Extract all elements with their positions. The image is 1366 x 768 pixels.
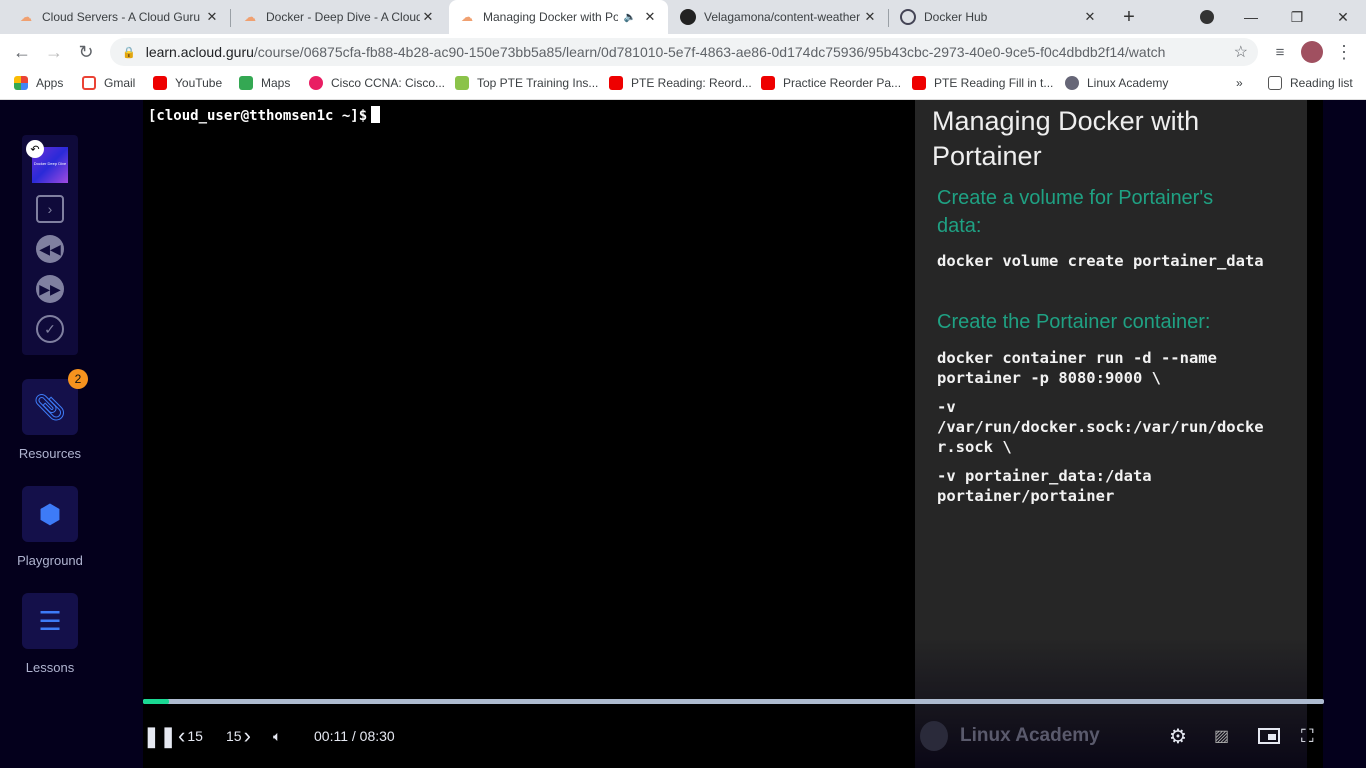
tab-github[interactable]: Velagamona/content-weather ✕ [670, 0, 888, 34]
tab-docker-deep-dive[interactable]: ☁Docker - Deep Dive - A Cloud Guru✕ [232, 0, 446, 34]
playground-label: Playground [17, 553, 83, 568]
apps-grid-icon [14, 76, 28, 90]
youtube-icon [609, 76, 623, 90]
star-icon[interactable]: ☆ [1234, 42, 1248, 62]
tab-search-icon[interactable] [1184, 0, 1230, 34]
bookmark-practice-reorder[interactable]: Practice Reorder Pa... [761, 76, 901, 90]
bookmarks-bar: Apps Gmail YouTube Maps Cisco CCNA: Cisc… [0, 70, 1366, 100]
media-control-icon[interactable]: ≡ [1268, 40, 1292, 64]
profile-avatar[interactable] [1300, 40, 1324, 64]
forward-icon[interactable]: → [42, 40, 66, 64]
resources-button[interactable]: 📎︎ [22, 379, 78, 435]
restore-button[interactable]: ❐ [1274, 0, 1320, 34]
bookmark-gmail[interactable]: Gmail [82, 76, 135, 90]
slide-panel: Managing Docker with Portainer Create a … [915, 100, 1307, 768]
cisco-icon [309, 76, 323, 90]
acg-cloud-icon: ☁ [20, 10, 32, 24]
video-player[interactable]: [cloud_user@tthomsen1c ~]$ Managing Dock… [143, 100, 1323, 768]
progress-fill [143, 699, 169, 704]
slide-code-data: -v portainer_data:/data portainer/portai… [937, 467, 1152, 505]
github-icon [680, 9, 696, 25]
slide-code-run: docker container run -d --name portainer… [937, 349, 1217, 387]
chevron-right-icon: › [243, 723, 251, 748]
settings-gear-icon[interactable]: ⚙ [1169, 724, 1187, 748]
slide-title: Managing Docker with Portainer [932, 106, 1200, 171]
lessons-label: Lessons [25, 660, 75, 675]
previous-lesson-icon[interactable]: ◀◀ [36, 235, 64, 263]
url-input[interactable]: 🔒 learn.acloud.guru/course/06875cfa-fb88… [110, 38, 1258, 66]
next-lesson-icon[interactable]: ▶▶ [36, 275, 64, 303]
pause-button[interactable]: ❚❚ [143, 724, 177, 748]
tab-cloud-servers[interactable]: ☁ Cloud Servers - A Cloud Guru ✕ [8, 0, 230, 34]
bookmark-apps[interactable]: Apps [14, 76, 63, 90]
close-tab-icon[interactable]: ✕ [1082, 9, 1098, 25]
forward-15-button[interactable]: 15 › [226, 723, 251, 748]
bookmark-linux-academy[interactable]: Linux Academy [1065, 76, 1168, 90]
captions-off-icon[interactable]: ▨ [1214, 724, 1229, 748]
slide-code-socket: -v /var/run/docker.sock:/var/run/docke r… [937, 398, 1264, 456]
cube-icon: ⬢ [38, 498, 62, 529]
youtube-icon [761, 76, 775, 90]
bookmark-pte-reorder[interactable]: PTE Reading: Reord... [609, 76, 752, 90]
new-tab-button[interactable]: + [1106, 0, 1152, 34]
tab-strip: ☁ Cloud Servers - A Cloud Guru ✕ ☁ Docker -… [0, 0, 1366, 34]
toggle-panel-icon[interactable]: › [36, 195, 64, 223]
youtube-icon [912, 76, 926, 90]
paperclip-icon: 📎︎ [33, 391, 67, 422]
picture-in-picture-icon[interactable] [1258, 724, 1280, 748]
docker-icon [900, 9, 916, 25]
list-icon: ☰ [38, 605, 62, 636]
youtube-icon [153, 76, 167, 90]
video-progress-bar[interactable] [143, 699, 1324, 704]
lock-icon: 🔒 [122, 46, 136, 59]
slide-code-volume: docker volume create portainer_data [937, 252, 1264, 270]
slide-heading-container: Create the Portainer container: [937, 311, 1211, 333]
bookmark-top-pte[interactable]: Top PTE Training Ins... [455, 76, 598, 90]
bookmark-cisco[interactable]: Cisco CCNA: Cisco... [309, 76, 445, 90]
bookmark-maps[interactable]: Maps [239, 76, 290, 90]
acg-cloud-icon: ☁ [244, 10, 256, 24]
time-display: 00:11 / 08:30 [314, 728, 395, 744]
minimize-button[interactable]: — [1228, 0, 1274, 34]
speaker-icon[interactable]: 🔈 [624, 12, 636, 23]
close-window-button[interactable]: ✕ [1320, 0, 1366, 34]
close-tab-icon[interactable]: ✕ [642, 9, 658, 25]
reading-list-icon [1268, 76, 1282, 90]
mark-complete-icon[interactable]: ✓ [36, 315, 64, 343]
close-tab-icon[interactable]: ✕ [420, 9, 436, 25]
linux-academy-watermark: Linux Academy [920, 721, 1100, 751]
lesson-controls-panel: Docker Deep Dive ↶ › ◀◀ ▶▶ ✓ [22, 135, 78, 355]
owl-icon [1065, 76, 1079, 90]
rewind-15-button[interactable]: ‹ 15 [178, 723, 203, 748]
gmail-icon [82, 76, 96, 90]
acg-cloud-icon: ☁ [461, 10, 473, 24]
volume-icon[interactable]: 🔈︎ [273, 724, 281, 748]
chevron-left-icon: ‹ [178, 723, 186, 748]
terminal-cursor [371, 106, 381, 123]
fullscreen-icon[interactable]: ⛶ [1301, 724, 1314, 748]
playground-button[interactable]: ⬢ [22, 486, 78, 542]
owl-icon [920, 721, 948, 751]
tab-docker-hub[interactable]: Docker Hub ✕ [890, 0, 1108, 34]
shield-icon [455, 76, 469, 90]
back-icon[interactable]: ← [10, 40, 34, 64]
maps-icon [239, 76, 253, 90]
bookmark-pte-fill[interactable]: PTE Reading Fill in t... [912, 76, 1053, 90]
menu-icon[interactable]: ⋮ [1332, 40, 1356, 64]
more-bookmarks-button[interactable]: » [1236, 76, 1243, 90]
back-arrow-icon[interactable]: ↶ [26, 140, 44, 158]
slide-heading-volume: Create a volume for Portainer's data: [937, 187, 1214, 237]
close-tab-icon[interactable]: ✕ [862, 9, 878, 25]
address-bar-row: ← → ↻ 🔒 learn.acloud.guru/course/06875cf… [0, 34, 1366, 70]
resources-label: Resources [18, 446, 82, 461]
close-tab-icon[interactable]: ✕ [204, 9, 220, 25]
terminal-prompt: [cloud_user@tthomsen1c ~]$ [148, 106, 381, 124]
reading-list-button[interactable]: Reading list [1268, 76, 1353, 90]
tab-managing-docker[interactable]: ☁Managing Docker with Portainer🔈✕ [449, 0, 668, 34]
resources-badge: 2 [68, 369, 88, 389]
course-sidebar: Docker Deep Dive ↶ › ◀◀ ▶▶ ✓ 📎︎ 2 Resour… [0, 100, 143, 768]
bookmark-youtube[interactable]: YouTube [153, 76, 222, 90]
lessons-button[interactable]: ☰ [22, 593, 78, 649]
reload-icon[interactable]: ↻ [74, 40, 98, 64]
